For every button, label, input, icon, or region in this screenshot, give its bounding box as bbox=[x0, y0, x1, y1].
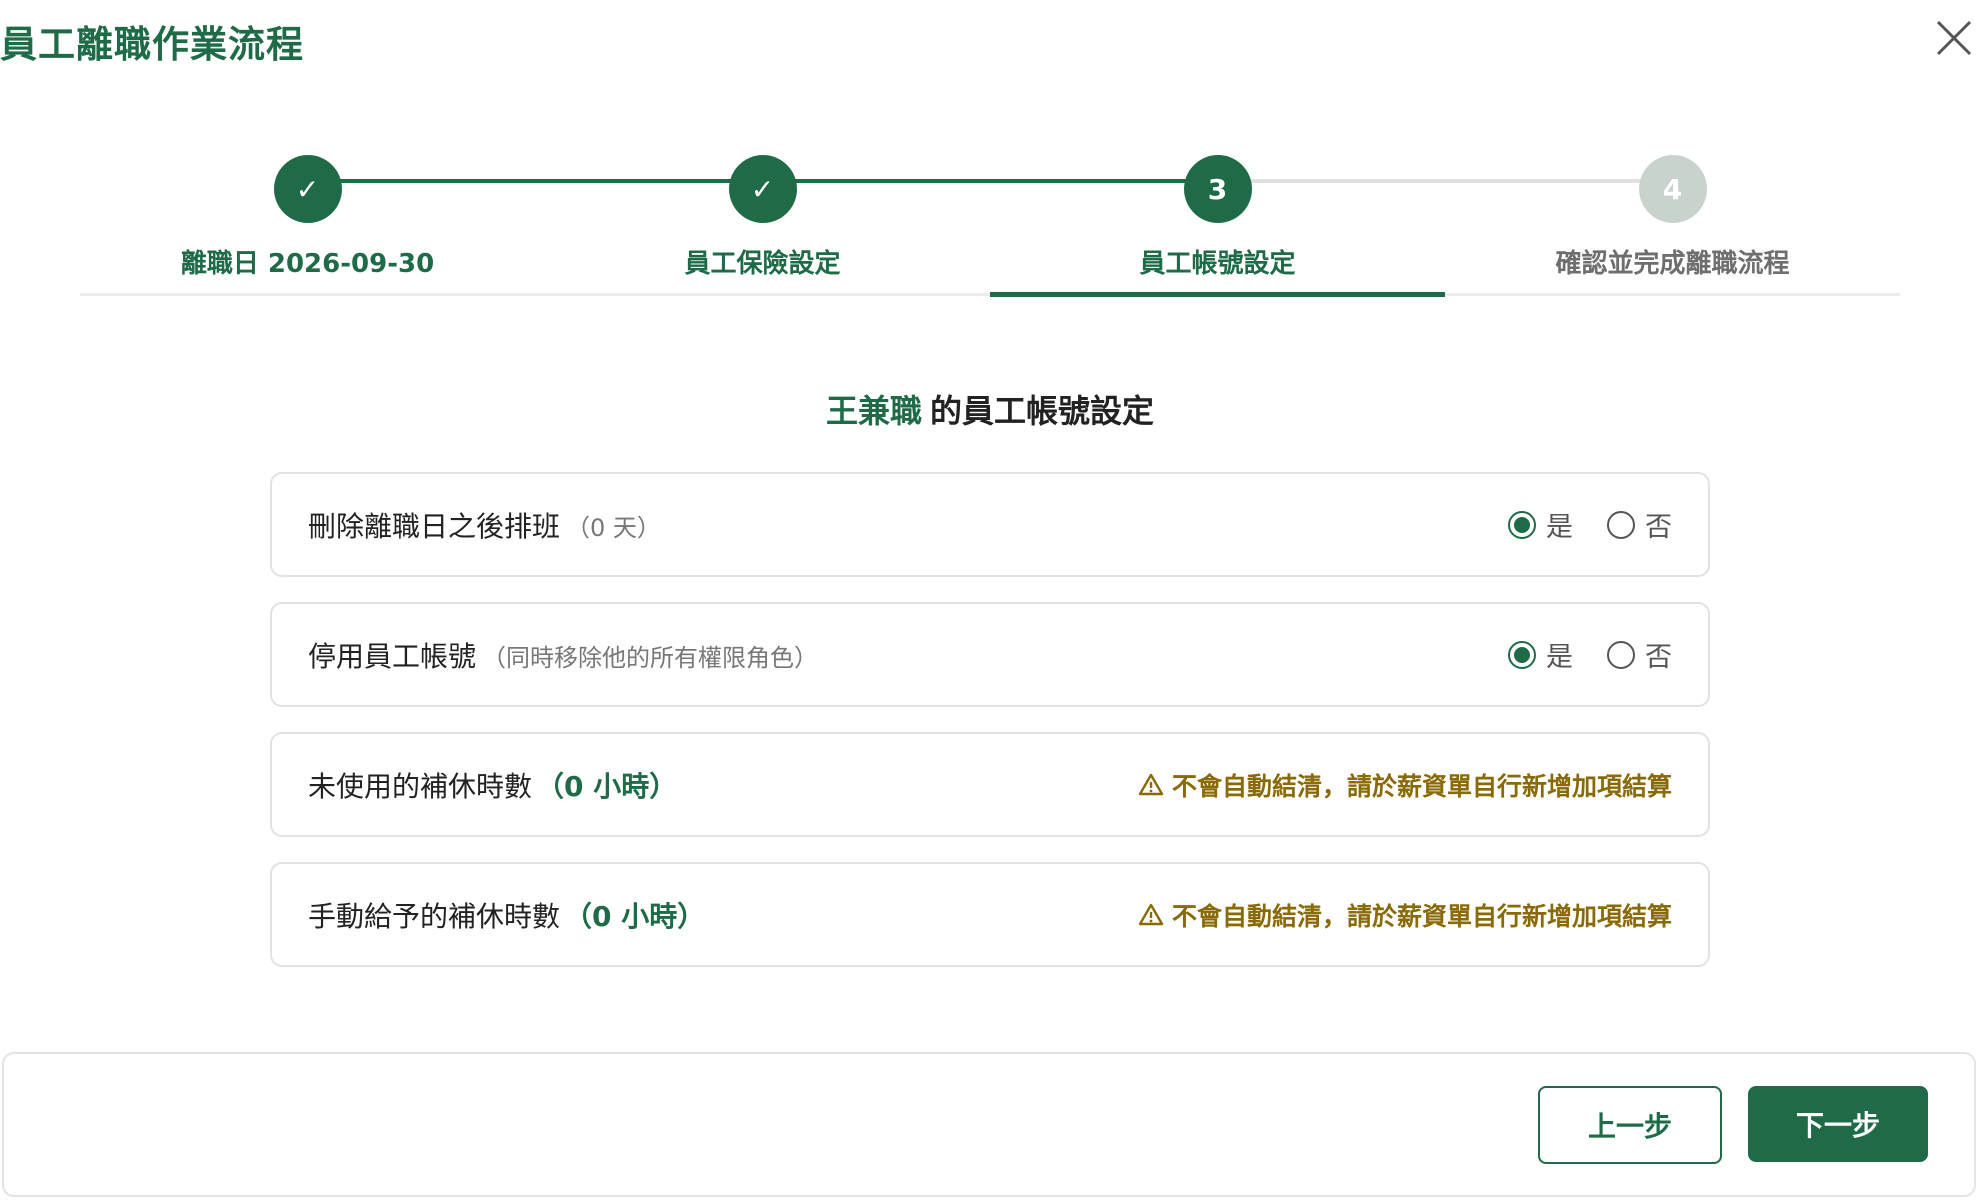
next-step-button[interactable]: 下一步 bbox=[1748, 1086, 1928, 1162]
radio-checked-icon[interactable] bbox=[1508, 640, 1536, 669]
setting-label: 刪除離職日之後排班 bbox=[308, 509, 561, 543]
previous-step-button[interactable]: 上一步 bbox=[1538, 1086, 1722, 1164]
step-account: 3 員工帳號設定 bbox=[990, 155, 1445, 280]
setting-manual-comp-hours: 手動給予的補休時數 （0 小時） 不會自動結清，請於薪資單自行新增加項結算 bbox=[270, 862, 1710, 967]
settings-list: 刪除離職日之後排班 （0 天） 是 否 停用員工帳號 （同時移除他的所有權限角色） bbox=[270, 472, 1710, 992]
close-icon bbox=[1936, 20, 1972, 56]
step-confirm: 4 確認並完成離職流程 bbox=[1445, 155, 1900, 280]
step-insurance: ✓ 員工保險設定 bbox=[535, 155, 990, 280]
setting-unused-comp-hours: 未使用的補休時數 （0 小時） 不會自動結清，請於薪資單自行新增加項結算 bbox=[270, 732, 1710, 837]
step-label: 確認並完成離職流程 bbox=[1555, 249, 1790, 279]
step-number: 3 bbox=[1183, 155, 1252, 223]
radio-yes[interactable]: 是 bbox=[1508, 635, 1573, 674]
radio-no[interactable]: 否 bbox=[1607, 635, 1672, 674]
step-number: 4 bbox=[1638, 155, 1707, 223]
step-label: 員工保險設定 bbox=[684, 249, 841, 279]
hours-value: （0 小時） bbox=[564, 899, 706, 933]
setting-label: 未使用的補休時數 bbox=[308, 769, 533, 803]
close-button[interactable] bbox=[1932, 16, 1976, 60]
active-step-indicator bbox=[990, 292, 1445, 297]
setting-delete-schedule: 刪除離職日之後排班 （0 天） 是 否 bbox=[270, 472, 1710, 577]
warning-message: 不會自動結清，請於薪資單自行新增加項結算 bbox=[1138, 897, 1672, 933]
setting-disable-account: 停用員工帳號 （同時移除他的所有權限角色） 是 否 bbox=[270, 602, 1710, 707]
warning-message: 不會自動結清，請於薪資單自行新增加項結算 bbox=[1138, 767, 1672, 803]
setting-label: 手動給予的補休時數 bbox=[308, 899, 561, 933]
progress-stepper: ✓ 離職日 2026-09-30 ✓ 員工保險設定 3 員工帳號設定 4 確認並… bbox=[80, 155, 1900, 300]
setting-label: 停用員工帳號 bbox=[308, 639, 477, 673]
offboarding-dialog: 員工離職作業流程 ✓ 離職日 2026-09-30 ✓ 員工保險設定 3 員工帳… bbox=[0, 0, 1980, 1200]
radio-no[interactable]: 否 bbox=[1607, 505, 1672, 544]
radio-group: 是 否 bbox=[1474, 505, 1672, 544]
radio-unchecked-icon[interactable] bbox=[1607, 640, 1635, 669]
dialog-footer: 上一步 下一步 bbox=[2, 1052, 1976, 1197]
setting-note: （0 天） bbox=[566, 513, 661, 542]
step-label: 員工帳號設定 bbox=[1139, 249, 1296, 279]
radio-group: 是 否 bbox=[1474, 635, 1672, 674]
step-resignation-date: ✓ 離職日 2026-09-30 bbox=[80, 155, 535, 280]
step-check-icon: ✓ bbox=[728, 155, 797, 223]
hours-value: （0 小時） bbox=[536, 769, 678, 803]
employee-name: 王兼職 bbox=[825, 392, 922, 430]
heading-suffix: 的員工帳號設定 bbox=[930, 392, 1155, 430]
radio-checked-icon[interactable] bbox=[1508, 510, 1536, 539]
radio-unchecked-icon[interactable] bbox=[1607, 510, 1635, 539]
warning-icon bbox=[1138, 903, 1164, 925]
warning-icon bbox=[1138, 773, 1164, 795]
section-heading: 王兼職 的員工帳號設定 bbox=[0, 386, 1980, 432]
setting-note: （同時移除他的所有權限角色） bbox=[482, 643, 819, 672]
step-label: 離職日 2026-09-30 bbox=[180, 249, 435, 279]
dialog-title: 員工離職作業流程 bbox=[0, 23, 304, 66]
radio-yes[interactable]: 是 bbox=[1508, 505, 1573, 544]
step-check-icon: ✓ bbox=[273, 155, 342, 223]
